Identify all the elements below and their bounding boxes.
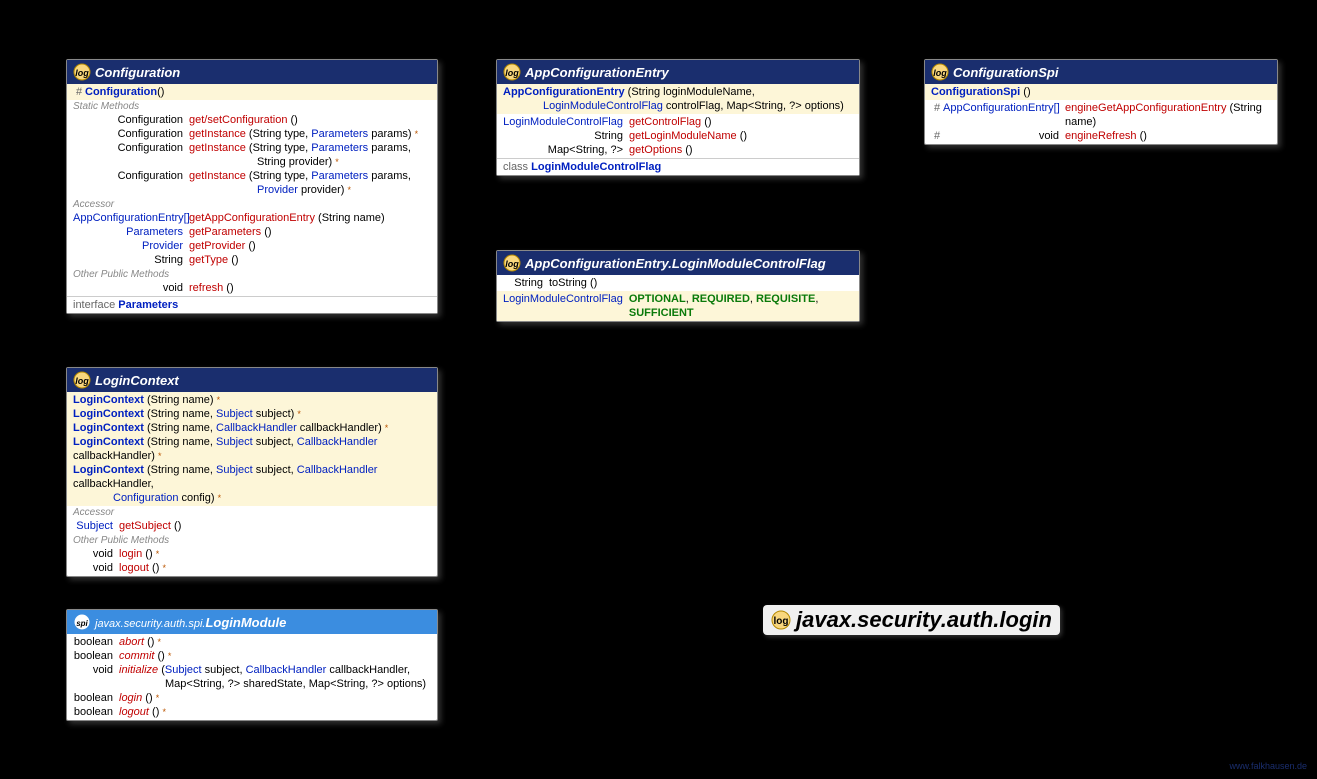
interface-title: LoginModule xyxy=(205,615,286,630)
other-section: voidrefresh () xyxy=(67,280,437,296)
class-icon: log xyxy=(503,63,521,81)
watermark[interactable]: www.falkhausen.de xyxy=(1229,761,1307,771)
interface-icon: spi xyxy=(73,613,91,631)
class-icon: log xyxy=(73,63,91,81)
other-label: Other Public Methods xyxy=(67,534,437,546)
class-icon: log xyxy=(931,63,949,81)
svg-text:log: log xyxy=(933,68,947,78)
class-title: LoginContext xyxy=(95,373,179,388)
interface-header: spi javax.security.auth.spi.LoginModule xyxy=(67,610,437,634)
static-methods-label: Static Methods xyxy=(67,100,437,112)
constructor-section: AppConfigurationEntry (String loginModul… xyxy=(497,84,859,114)
protected-sym: # xyxy=(931,129,943,143)
class-icon: log xyxy=(503,254,521,272)
constructor-section: ConfigurationSpi () xyxy=(925,84,1277,100)
svg-text:log: log xyxy=(75,376,89,386)
nested-class: class LoginModuleControlFlag xyxy=(497,158,859,175)
accessor-section: AppConfigurationEntry[]getAppConfigurati… xyxy=(67,210,437,268)
package-icon: log xyxy=(771,610,791,630)
other-section: voidlogin () * voidlogout () * xyxy=(67,546,437,576)
package-title: log javax.security.auth.login xyxy=(763,605,1060,635)
accessor-label: Accessor xyxy=(67,506,437,518)
class-login-context: log LoginContext LoginContext (String na… xyxy=(66,367,438,577)
nested-interface: interface Parameters xyxy=(67,296,437,313)
class-header: log LoginContext xyxy=(67,368,437,392)
class-app-config-entry: log AppConfigurationEntry AppConfigurati… xyxy=(496,59,860,176)
protected-sym: # xyxy=(73,85,85,99)
methods-section: LoginModuleControlFlaggetControlFlag () … xyxy=(497,114,859,158)
class-icon: log xyxy=(73,371,91,389)
svg-text:log: log xyxy=(75,68,89,78)
svg-text:log: log xyxy=(774,616,789,627)
protected-sym: # xyxy=(931,101,943,129)
other-label: Other Public Methods xyxy=(67,268,437,280)
accessor-section: SubjectgetSubject () xyxy=(67,518,437,534)
method-link[interactable]: getInstance xyxy=(189,128,246,140)
class-control-flag: log AppConfigurationEntry.LoginModuleCon… xyxy=(496,250,860,322)
constructor-section: LoginContext (String name) * LoginContex… xyxy=(67,392,437,506)
class-header: log ConfigurationSpi xyxy=(925,60,1277,84)
class-title: ConfigurationSpi xyxy=(953,65,1058,80)
method-link[interactable]: getAppConfigurationEntry xyxy=(189,212,315,224)
accessor-label: Accessor xyxy=(67,198,437,210)
class-title: AppConfigurationEntry xyxy=(525,65,669,80)
class-header: log AppConfigurationEntry xyxy=(497,60,859,84)
methods-section: booleanabort () * booleancommit () * voi… xyxy=(67,634,437,720)
constructor-section: #Configuration() xyxy=(67,84,437,100)
class-header: log Configuration xyxy=(67,60,437,84)
methods-section: #AppConfigurationEntry[]engineGetAppConf… xyxy=(925,100,1277,144)
class-configuration: log Configuration #Configuration() Stati… xyxy=(66,59,438,314)
method-link[interactable]: getInstance xyxy=(189,170,246,182)
static-methods: Configurationget/setConfiguration () Con… xyxy=(67,112,437,198)
svg-text:log: log xyxy=(505,259,519,269)
svg-text:spi: spi xyxy=(76,619,88,628)
method-link[interactable]: get/setConfiguration xyxy=(189,114,287,126)
svg-text:log: log xyxy=(505,68,519,78)
constants-section: LoginModuleControlFlagOPTIONAL, REQUIRED… xyxy=(497,291,859,321)
method-link[interactable]: getInstance xyxy=(189,142,246,154)
methods-section: StringtoString () xyxy=(497,275,859,291)
interface-login-module: spi javax.security.auth.spi.LoginModule … xyxy=(66,609,438,721)
class-title: Configuration xyxy=(95,65,180,80)
class-header: log AppConfigurationEntry.LoginModuleCon… xyxy=(497,251,859,275)
class-title: AppConfigurationEntry.LoginModuleControl… xyxy=(525,256,826,271)
class-configuration-spi: log ConfigurationSpi ConfigurationSpi ()… xyxy=(924,59,1278,145)
